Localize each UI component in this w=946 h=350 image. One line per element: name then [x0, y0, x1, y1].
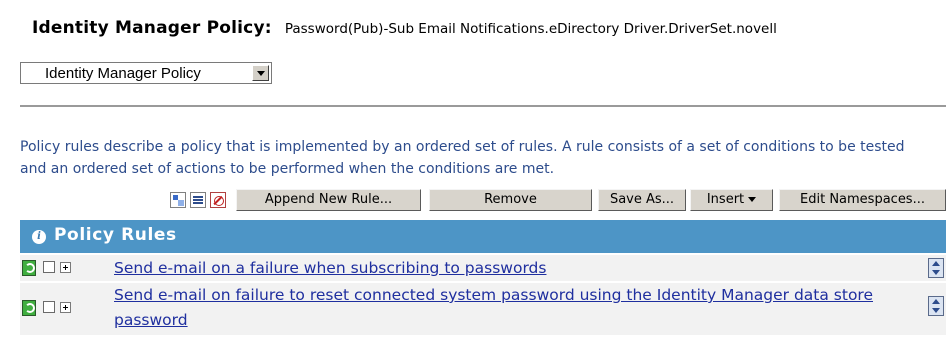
save-as-button[interactable]: Save As... — [598, 189, 686, 211]
chevron-down-icon — [748, 197, 757, 202]
rule-checkbox[interactable] — [43, 261, 55, 273]
remove-button[interactable]: Remove — [429, 189, 592, 211]
rule-row: Send e-mail on failure to reset connecte… — [20, 283, 946, 335]
insert-label: Insert — [706, 192, 745, 207]
move-rule-icon[interactable] — [928, 258, 944, 278]
divider — [20, 105, 946, 107]
insert-button[interactable]: Insert — [690, 189, 773, 211]
edit-namespaces-button[interactable]: Edit Namespaces... — [779, 189, 946, 211]
collapse-all-icon[interactable] — [190, 192, 206, 208]
view-select[interactable]: Identity Manager Policy — [20, 62, 272, 84]
title-label: Identity Manager Policy: — [32, 18, 272, 38]
rule-link[interactable]: Send e-mail on a failure when subscribin… — [114, 256, 914, 281]
move-rule-icon[interactable] — [928, 296, 944, 316]
chevron-down-icon[interactable] — [252, 65, 269, 81]
policy-rules-header: i Policy Rules — [20, 220, 946, 253]
policy-rules-title: Policy Rules — [54, 225, 177, 245]
rule-enabled-icon[interactable] — [22, 260, 36, 276]
info-icon[interactable]: i — [32, 230, 46, 244]
view-select-value: Identity Manager Policy — [45, 65, 201, 82]
expand-all-icon[interactable] — [170, 192, 186, 208]
page-title: Identity Manager Policy: Password(Pub)-S… — [32, 18, 777, 38]
expand-plus-icon[interactable] — [60, 262, 71, 273]
policy-name: Password(Pub)-Sub Email Notifications.eD… — [284, 21, 777, 37]
delete-icon[interactable] — [210, 192, 226, 208]
append-new-rule-button[interactable]: Append New Rule... — [236, 189, 421, 211]
rules-toolbar: Append New Rule... Remove Save As... Ins… — [0, 189, 946, 213]
expand-plus-icon[interactable] — [60, 302, 71, 313]
rule-enabled-icon[interactable] — [22, 300, 36, 316]
rule-row: Send e-mail on a failure when subscribin… — [20, 255, 946, 281]
policy-description: Policy rules describe a policy that is i… — [20, 139, 905, 177]
rule-link[interactable]: Send e-mail on failure to reset connecte… — [114, 283, 914, 333]
rule-checkbox[interactable] — [43, 301, 55, 313]
